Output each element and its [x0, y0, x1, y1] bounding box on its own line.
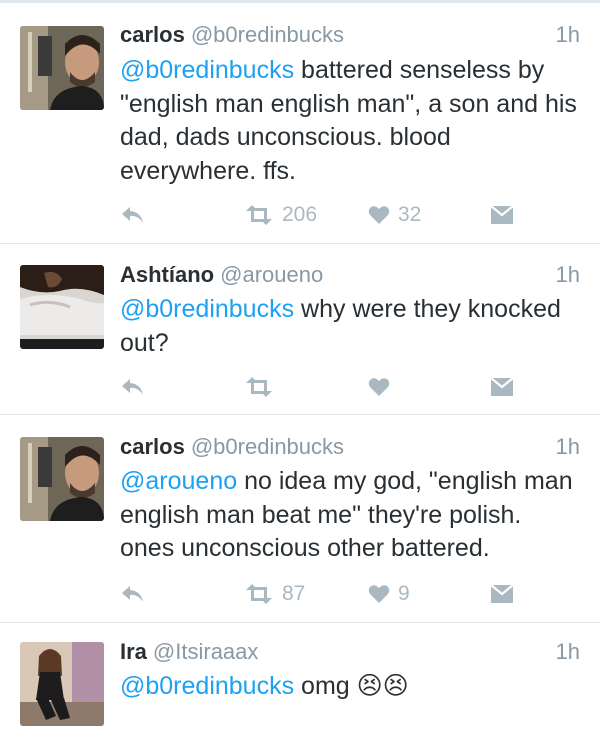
dm-button[interactable] — [490, 200, 514, 230]
retweet-button[interactable] — [244, 372, 274, 402]
tweet-text: @b0redinbucks why were they knocked out? — [120, 293, 580, 360]
like-button[interactable]: 9 — [368, 579, 410, 609]
like-count: 32 — [398, 203, 422, 226]
heart-icon — [368, 584, 390, 604]
tweet-text: @aroueno no idea my god, "english man en… — [120, 465, 580, 566]
username[interactable]: @Itsiraaax — [153, 639, 258, 664]
tweet[interactable]: carlos @b0redinbucks 1h @aroueno no idea … — [0, 415, 600, 622]
avatar[interactable] — [20, 437, 104, 521]
tweet[interactable]: Ira @Itsiraaax 1h @b0redinbucks omg 😣😣 — [0, 623, 600, 737]
username[interactable]: @aroueno — [220, 262, 323, 287]
display-name[interactable]: Ashtíano — [120, 262, 214, 287]
retweet-icon — [244, 376, 274, 398]
envelope-icon — [490, 377, 514, 397]
dm-button[interactable] — [490, 579, 514, 609]
reply-icon — [120, 376, 146, 398]
username[interactable]: @b0redinbucks — [191, 434, 344, 459]
mention-link[interactable]: @b0redinbucks — [120, 56, 294, 84]
tweet-text: @b0redinbucks omg 😣😣 — [120, 670, 580, 704]
like-button[interactable] — [368, 372, 390, 402]
action-bar — [120, 372, 520, 402]
like-count: 9 — [398, 582, 410, 605]
timeline: carlos @b0redinbucks 1h @b0redinbucks bat… — [0, 0, 600, 737]
avatar[interactable] — [20, 26, 104, 110]
mention-link[interactable]: @aroueno — [120, 467, 237, 495]
timestamp[interactable]: 1h — [556, 434, 580, 460]
heart-icon — [368, 377, 390, 397]
action-bar: 87 9 — [120, 579, 520, 609]
envelope-icon — [490, 584, 514, 604]
timestamp[interactable]: 1h — [556, 262, 580, 288]
mention-link[interactable]: @b0redinbucks — [120, 295, 294, 323]
tweet-header: Ashtíano @aroueno 1h — [120, 262, 580, 292]
username[interactable]: @b0redinbucks — [191, 22, 344, 47]
action-bar: 206 32 — [120, 200, 520, 230]
display-name[interactable]: carlos — [120, 22, 185, 47]
tweet-header: carlos @b0redinbucks 1h — [120, 22, 580, 52]
emoji: 😣😣 — [356, 672, 409, 700]
retweet-icon — [244, 583, 274, 605]
heart-icon — [368, 205, 390, 225]
retweet-count: 206 — [282, 203, 318, 226]
tweet-header: carlos @b0redinbucks 1h — [120, 434, 580, 464]
timestamp[interactable]: 1h — [556, 639, 580, 665]
reply-button[interactable] — [120, 372, 146, 402]
retweet-icon — [244, 204, 274, 226]
retweet-button[interactable]: 206 — [244, 200, 317, 230]
reply-button[interactable] — [120, 200, 146, 230]
tweet-body: omg — [294, 672, 357, 700]
tweet[interactable]: Ashtíano @aroueno 1h @b0redinbucks why we… — [0, 244, 600, 414]
like-button[interactable]: 32 — [368, 200, 421, 230]
avatar[interactable] — [20, 642, 104, 726]
tweet-header: Ira @Itsiraaax 1h — [120, 639, 580, 669]
reply-button[interactable] — [120, 579, 146, 609]
mention-link[interactable]: @b0redinbucks — [120, 672, 294, 700]
reply-icon — [120, 583, 146, 605]
reply-icon — [120, 204, 146, 226]
retweet-count: 87 — [282, 582, 306, 605]
retweet-button[interactable]: 87 — [244, 579, 305, 609]
tweet-text: @b0redinbucks battered senseless by "eng… — [120, 54, 580, 188]
tweet[interactable]: carlos @b0redinbucks 1h @b0redinbucks bat… — [0, 0, 600, 243]
avatar[interactable] — [20, 265, 104, 349]
timestamp[interactable]: 1h — [556, 22, 580, 48]
envelope-icon — [490, 205, 514, 225]
dm-button[interactable] — [490, 372, 514, 402]
display-name[interactable]: Ira — [120, 639, 147, 664]
display-name[interactable]: carlos — [120, 434, 185, 459]
